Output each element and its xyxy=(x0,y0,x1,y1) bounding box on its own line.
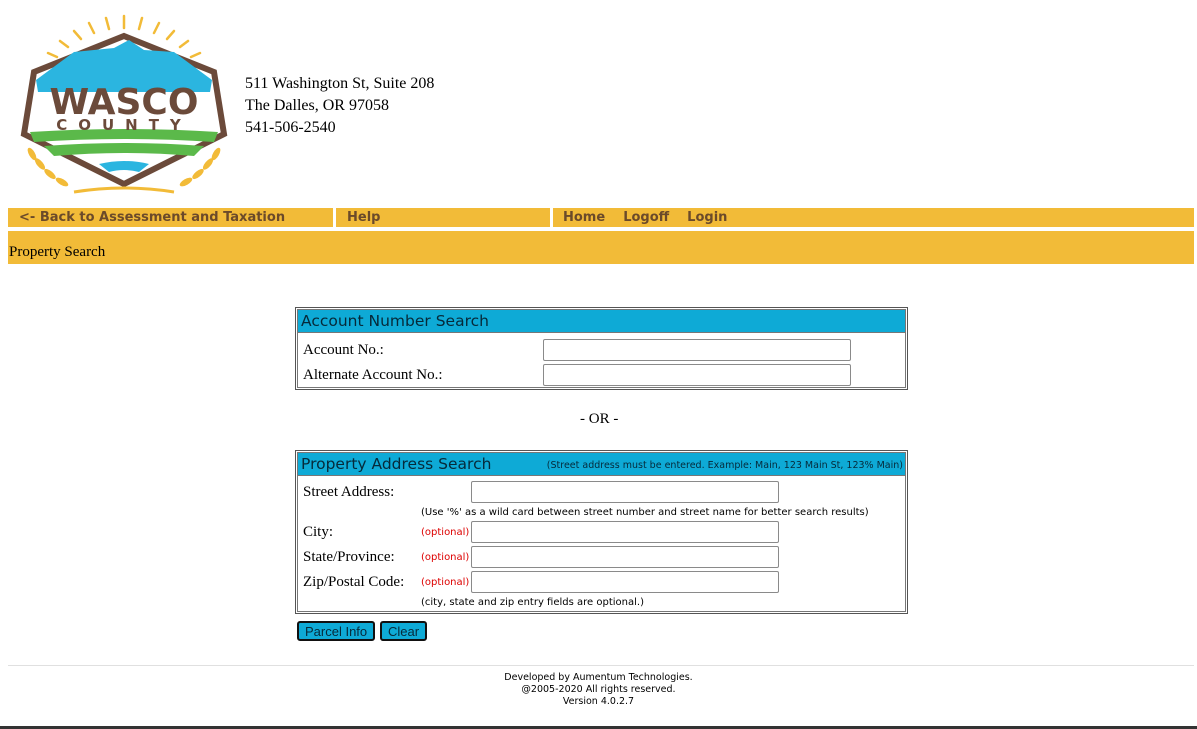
zip-code-label: Zip/Postal Code: xyxy=(303,574,405,590)
nav-segment-help: Help xyxy=(336,208,550,227)
account-number-input[interactable] xyxy=(543,339,851,361)
street-address-label: Street Address: xyxy=(303,484,395,500)
footer-divider xyxy=(8,665,1194,666)
footer-copyright: @2005-2020 All rights reserved. xyxy=(521,684,676,695)
help-link[interactable]: Help xyxy=(347,210,380,225)
state-province-label: State/Province: xyxy=(303,549,395,565)
page-title-bar: Property Search xyxy=(8,231,1194,264)
home-link[interactable]: Home xyxy=(563,210,605,225)
clear-button[interactable]: Clear xyxy=(380,621,428,641)
account-search-title: Account Number Search xyxy=(301,312,489,330)
login-link[interactable]: Login xyxy=(687,210,727,225)
city-label: City: xyxy=(303,524,334,540)
phone-number: 541-506-2540 xyxy=(245,119,336,136)
back-to-assessment-link[interactable]: <- Back to Assessment and Taxation xyxy=(19,210,285,225)
street-address-input[interactable] xyxy=(471,481,779,503)
logo-subtext: COUNTY xyxy=(56,116,192,134)
address-search-header: Property Address Search (Street address … xyxy=(298,453,905,476)
page-footer: Developed by Aumentum Technologies. @200… xyxy=(0,672,1197,708)
zip-code-input[interactable] xyxy=(471,571,779,593)
footer-version: Version 4.0.2.7 xyxy=(562,696,635,707)
alternate-account-label: Alternate Account No.: xyxy=(303,367,443,383)
zip-optional-note: (optional) xyxy=(421,577,470,588)
address-search-title: Property Address Search xyxy=(301,455,492,473)
state-province-input[interactable] xyxy=(471,546,779,568)
main-nav: <- Back to Assessment and Taxation Help … xyxy=(8,208,1194,227)
address-line-2: The Dalles, OR 97058 xyxy=(245,97,389,114)
city-input[interactable] xyxy=(471,521,779,543)
account-search-header: Account Number Search xyxy=(298,310,905,333)
office-address: 511 Washington St, Suite 208 The Dalles,… xyxy=(245,73,434,139)
alternate-account-input[interactable] xyxy=(543,364,851,386)
logoff-link[interactable]: Logoff xyxy=(623,210,669,225)
nav-segment-back: <- Back to Assessment and Taxation xyxy=(8,208,333,227)
state-optional-note: (optional) xyxy=(421,552,470,563)
account-search-panel: Account Number Search Account No.: Alter… xyxy=(295,307,908,390)
address-search-panel: Property Address Search (Street address … xyxy=(295,450,908,614)
city-optional-note: (optional) xyxy=(421,527,470,538)
parcel-info-button[interactable]: Parcel Info xyxy=(297,621,376,641)
address-line-1: 511 Washington St, Suite 208 xyxy=(245,75,435,92)
account-number-label: Account No.: xyxy=(303,342,384,358)
wildcard-hint: (Use '%' as a wild card between street n… xyxy=(421,507,869,518)
nav-segment-account: Home Logoff Login xyxy=(553,208,1194,227)
footer-developer: Developed by Aumentum Technologies. xyxy=(504,672,693,683)
page-title: Property Search xyxy=(9,244,106,260)
optional-fields-hint: (city, state and zip entry fields are op… xyxy=(421,597,644,608)
or-divider: - OR - xyxy=(580,411,619,427)
address-search-note: (Street address must be entered. Example… xyxy=(546,460,903,471)
wasco-county-logo: WASCO COUNTY xyxy=(14,14,234,200)
